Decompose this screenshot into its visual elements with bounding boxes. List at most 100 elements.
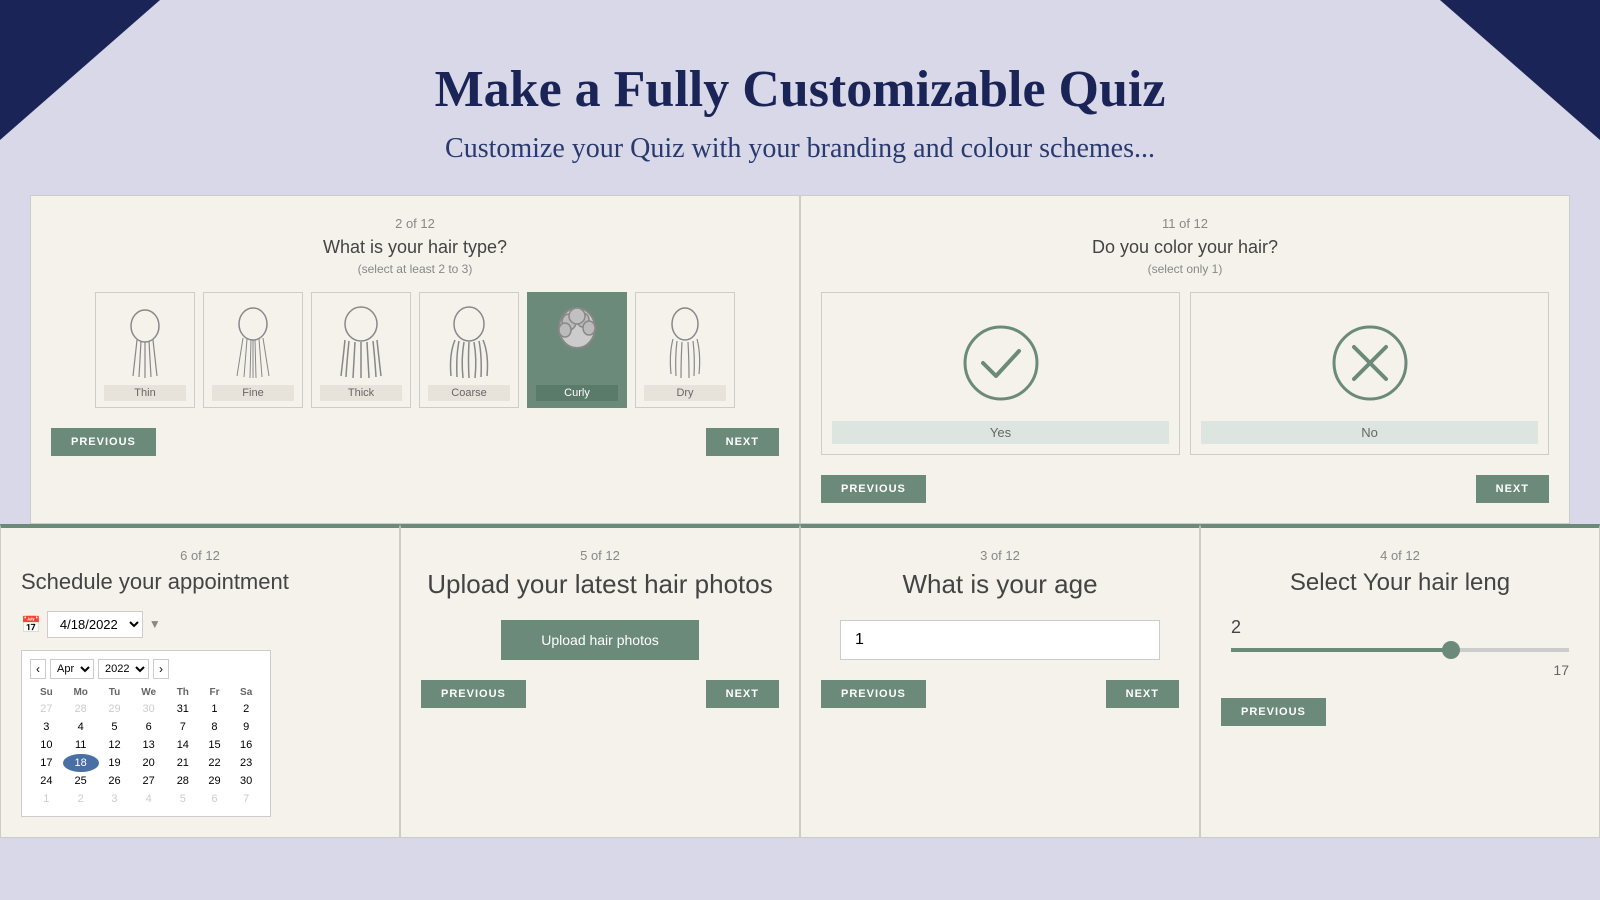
quiz1-next-button[interactable]: NEXT [706, 428, 779, 456]
coarse-hair-icon [434, 301, 504, 381]
cal-day[interactable]: 22 [199, 754, 231, 772]
cal-day[interactable]: 27 [130, 772, 167, 790]
cal-day[interactable]: 28 [63, 700, 99, 718]
quiz5-nav: PREVIOUS NEXT [821, 680, 1179, 708]
hair-option-fine[interactable]: Fine [203, 292, 303, 408]
thin-label: Thin [104, 385, 186, 401]
cal-day[interactable]: 18 [63, 754, 99, 772]
no-label: No [1201, 421, 1538, 444]
cal-day[interactable]: 2 [63, 790, 99, 808]
cal-day[interactable]: 30 [130, 700, 167, 718]
quiz4-progress: 5 of 12 [421, 548, 779, 563]
quiz5-prev-button[interactable]: PREVIOUS [821, 680, 926, 708]
quiz-panel-color-hair: 11 of 12 Do you color your hair? (select… [800, 195, 1570, 524]
cal-day[interactable]: 21 [167, 754, 199, 772]
cal-day[interactable]: 7 [230, 790, 262, 808]
hair-option-coarse[interactable]: Coarse [419, 292, 519, 408]
cal-day[interactable]: 10 [30, 736, 63, 754]
cal-day[interactable]: 25 [63, 772, 99, 790]
upload-photos-button[interactable]: Upload hair photos [501, 620, 699, 660]
cal-next-button[interactable]: › [153, 659, 169, 679]
quiz2-prev-button[interactable]: PREVIOUS [821, 475, 926, 503]
cal-day[interactable]: 26 [99, 772, 131, 790]
hair-option-dry[interactable]: Dry [635, 292, 735, 408]
cal-day[interactable]: 30 [230, 772, 262, 790]
cal-day[interactable]: 4 [63, 718, 99, 736]
cal-day[interactable]: 15 [199, 736, 231, 754]
cal-day[interactable]: 3 [30, 718, 63, 736]
quiz6-prev-button[interactable]: PREVIOUS [1221, 698, 1326, 726]
cal-day[interactable]: 11 [63, 736, 99, 754]
yn-option-yes[interactable]: Yes [821, 292, 1180, 455]
cal-day[interactable]: 3 [99, 790, 131, 808]
slider-max: 17 [1231, 662, 1569, 678]
cal-header-fr: Fr [199, 685, 231, 700]
cal-day[interactable]: 5 [167, 790, 199, 808]
quiz2-hint: (select only 1) [821, 262, 1549, 276]
cal-day[interactable]: 29 [99, 700, 131, 718]
hair-option-thick[interactable]: Thick [311, 292, 411, 408]
cal-day[interactable]: 4 [130, 790, 167, 808]
quiz1-prev-button[interactable]: PREVIOUS [51, 428, 156, 456]
cal-day[interactable]: 17 [30, 754, 63, 772]
quiz1-hint: (select at least 2 to 3) [51, 262, 779, 276]
cal-day[interactable]: 16 [230, 736, 262, 754]
date-select[interactable]: 4/18/2022 [47, 611, 143, 638]
slider-fill [1231, 648, 1451, 652]
yn-option-no[interactable]: No [1190, 292, 1549, 455]
cal-day[interactable]: 2 [230, 700, 262, 718]
cal-day[interactable]: 31 [167, 700, 199, 718]
cal-header-th: Th [167, 685, 199, 700]
cal-day[interactable]: 13 [130, 736, 167, 754]
fine-label: Fine [212, 385, 294, 401]
quiz3-progress: 6 of 12 [21, 548, 379, 563]
dropdown-arrow: ▼ [149, 617, 161, 632]
cal-day[interactable]: 29 [199, 772, 231, 790]
cal-day[interactable]: 24 [30, 772, 63, 790]
slider-track [1231, 648, 1569, 652]
page-header: Make a Fully Customizable Quiz Customize… [0, 0, 1600, 195]
quiz6-nav: PREVIOUS [1221, 698, 1579, 726]
cal-day[interactable]: 27 [30, 700, 63, 718]
cal-day[interactable]: 6 [130, 718, 167, 736]
cal-day[interactable]: 8 [199, 718, 231, 736]
cal-day[interactable]: 9 [230, 718, 262, 736]
cal-day[interactable]: 5 [99, 718, 131, 736]
yn-options-container: Yes No [821, 292, 1549, 455]
cal-day[interactable]: 1 [199, 700, 231, 718]
cal-day[interactable]: 20 [130, 754, 167, 772]
cal-month-select[interactable]: Apr [50, 659, 94, 679]
cal-day[interactable]: 1 [30, 790, 63, 808]
bottom-quiz-grid: 6 of 12 Schedule your appointment 📅 4/18… [0, 524, 1600, 838]
slider-thumb[interactable] [1442, 641, 1460, 659]
quiz4-next-button[interactable]: NEXT [706, 680, 779, 708]
cal-day[interactable]: 14 [167, 736, 199, 754]
quiz-panel-age: 3 of 12 What is your age PREVIOUS NEXT [800, 524, 1200, 838]
cal-day[interactable]: 19 [99, 754, 131, 772]
cal-day[interactable]: 23 [230, 754, 262, 772]
page-title: Make a Fully Customizable Quiz [20, 60, 1580, 119]
quiz6-title: Select Your hair leng [1221, 569, 1579, 597]
quiz1-nav: PREVIOUS NEXT [51, 428, 779, 456]
quiz2-next-button[interactable]: NEXT [1476, 475, 1549, 503]
curly-hair-icon [542, 301, 612, 381]
quiz4-prev-button[interactable]: PREVIOUS [421, 680, 526, 708]
cal-day[interactable]: 12 [99, 736, 131, 754]
cal-header-sa: Sa [230, 685, 262, 700]
quiz5-next-button[interactable]: NEXT [1106, 680, 1179, 708]
cal-year-select[interactable]: 2022 [98, 659, 149, 679]
cal-prev-button[interactable]: ‹ [30, 659, 46, 679]
fine-hair-icon [218, 301, 288, 381]
quiz6-progress: 4 of 12 [1221, 548, 1579, 563]
quiz2-nav: PREVIOUS NEXT [821, 475, 1549, 503]
quiz2-progress: 11 of 12 [821, 216, 1549, 231]
hair-option-curly[interactable]: Curly [527, 292, 627, 408]
cal-day[interactable]: 7 [167, 718, 199, 736]
quiz1-progress: 2 of 12 [51, 216, 779, 231]
quiz-panel-upload: 5 of 12 Upload your latest hair photos U… [400, 524, 800, 838]
age-input[interactable] [840, 620, 1160, 660]
cal-day[interactable]: 6 [199, 790, 231, 808]
thick-label: Thick [320, 385, 402, 401]
cal-day[interactable]: 28 [167, 772, 199, 790]
hair-option-thin[interactable]: Thin [95, 292, 195, 408]
